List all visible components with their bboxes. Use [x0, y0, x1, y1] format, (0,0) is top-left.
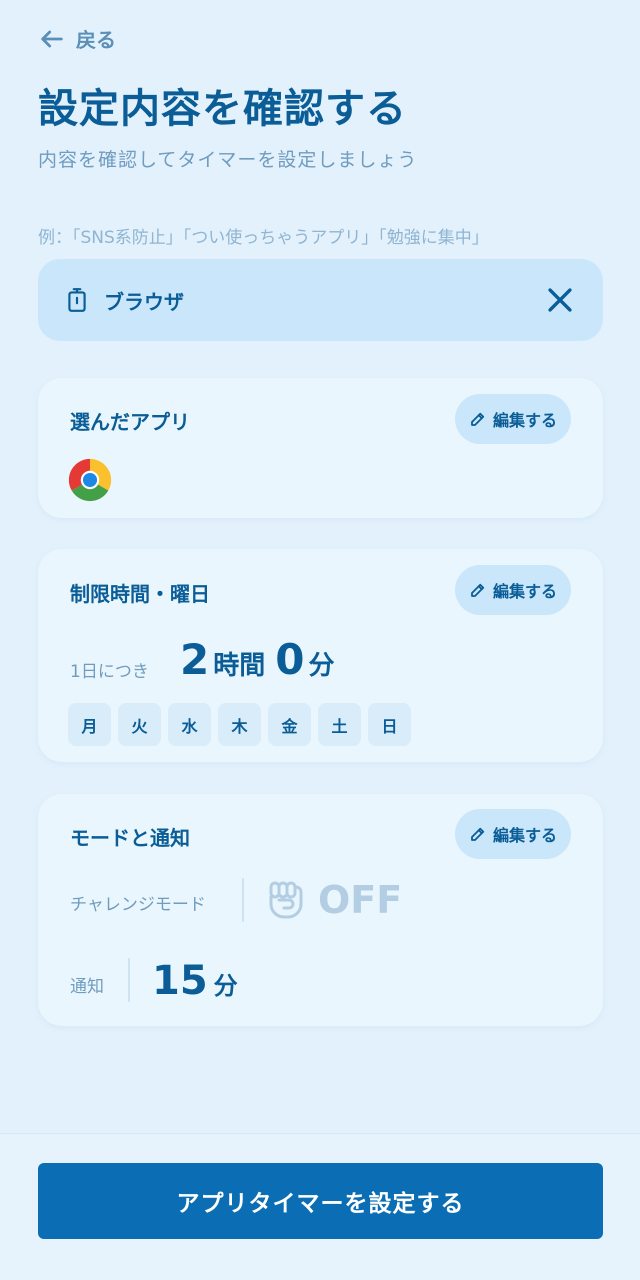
mode-notification-card: モードと通知 編集する チャレンジモード OFF 通知 15 分 — [38, 794, 603, 1026]
challenge-mode-value: OFF — [318, 878, 403, 922]
weekday-list: 月 火 水 木 金 土 日 — [68, 703, 411, 746]
edit-limit-label: 編集する — [492, 582, 557, 601]
pencil-icon — [471, 583, 485, 597]
close-icon[interactable] — [543, 283, 577, 317]
challenge-mode-label: チャレンジモード — [70, 895, 206, 915]
edit-apps-label: 編集する — [492, 411, 557, 430]
weekday-chip: 土 — [318, 703, 361, 746]
weekday-chip: 日 — [368, 703, 411, 746]
hours-unit: 時間 — [213, 651, 266, 681]
selected-apps-card: 選んだアプリ 編集する — [38, 378, 603, 518]
divider — [242, 878, 244, 922]
weekday-chip: 金 — [268, 703, 311, 746]
back-button[interactable]: 戻る — [38, 24, 116, 53]
page-title: 設定内容を確認する — [38, 86, 407, 132]
timer-icon — [68, 288, 86, 312]
edit-apps-button[interactable]: 編集する — [455, 394, 571, 444]
edit-mode-label: 編集する — [492, 826, 557, 845]
mode-notification-title: モードと通知 — [70, 826, 190, 850]
notify-label: 通知 — [70, 977, 104, 997]
timer-name-input[interactable] — [104, 288, 543, 312]
notify-unit: 分 — [213, 972, 238, 1000]
divider — [128, 958, 130, 1002]
hours-value: 2 — [180, 635, 210, 684]
time-limit-title: 制限時間・曜日 — [70, 582, 210, 606]
time-limit-card: 制限時間・曜日 編集する 1日につき 2 時間 0 分 月 火 水 木 金 土 … — [38, 549, 603, 762]
set-app-timer-button[interactable]: アプリタイマーを設定する — [38, 1163, 603, 1239]
minutes-value: 0 — [275, 635, 305, 684]
edit-limit-button[interactable]: 編集する — [455, 565, 571, 615]
weekday-chip: 木 — [218, 703, 261, 746]
page-subtitle: 内容を確認してタイマーを設定しましょう — [38, 149, 418, 171]
weekday-chip: 月 — [68, 703, 111, 746]
pencil-icon — [471, 412, 485, 426]
weekday-chip: 火 — [118, 703, 161, 746]
time-limit-value: 2 時間 0 分 — [180, 635, 335, 684]
pencil-icon — [471, 827, 485, 841]
back-label: 戻る — [76, 28, 116, 52]
notify-minutes: 15 — [152, 958, 208, 1004]
minutes-unit: 分 — [308, 651, 335, 681]
notify-value: 15 分 — [152, 958, 238, 1004]
arrow-left-icon — [41, 30, 63, 47]
selected-apps-title: 選んだアプリ — [70, 410, 190, 434]
timer-name-field — [38, 259, 603, 341]
chrome-icon — [68, 458, 112, 502]
fist-icon — [269, 881, 303, 919]
name-example-hint: 例：「SNS系防止」「つい使っちゃうアプリ」「勉強に集中」 — [38, 228, 489, 248]
weekday-chip: 水 — [168, 703, 211, 746]
per-day-label: 1日につき — [70, 662, 149, 682]
edit-mode-button[interactable]: 編集する — [455, 809, 571, 859]
